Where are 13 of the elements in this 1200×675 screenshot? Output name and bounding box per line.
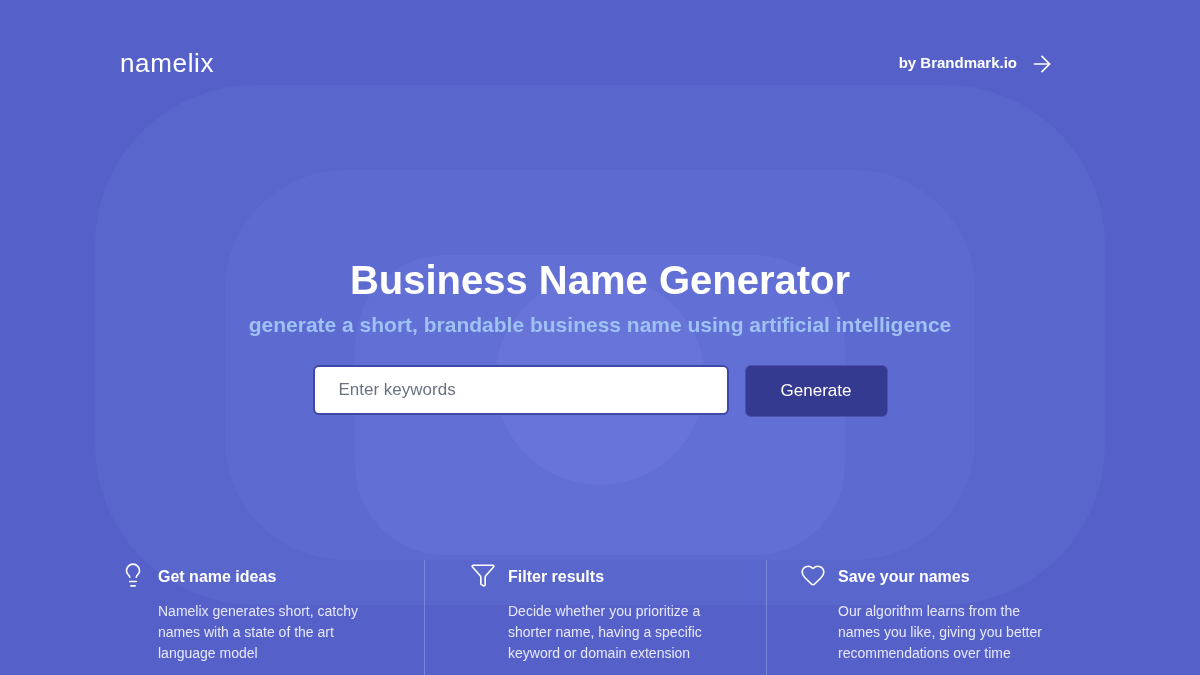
feature-description: Our algorithm learns from the names you like, giving you better recommendations over time [838, 601, 1043, 663]
funnel-icon [470, 561, 496, 588]
feature-title: Get name ideas [158, 566, 278, 587]
feature-title: Filter results [508, 566, 606, 587]
subtitle: generate a short, brandable business name using artificial intelligence [248, 312, 952, 338]
brandmark-link[interactable]: by Brandmark.io [898, 50, 1055, 77]
feature-description: Namelix generates short, catchy names with a state of the art language model [158, 601, 359, 663]
feature-title: Save your names [838, 566, 971, 587]
page-title: Business Name Generator [349, 257, 851, 304]
logo[interactable]: namelix [120, 44, 215, 83]
generate-button[interactable]: Generate [744, 364, 888, 417]
keywords-input[interactable]: Enter keywords [312, 364, 729, 415]
feature-description: Decide whether you prioritize a shorter name, having a specific keyword or domain extension [508, 601, 703, 663]
